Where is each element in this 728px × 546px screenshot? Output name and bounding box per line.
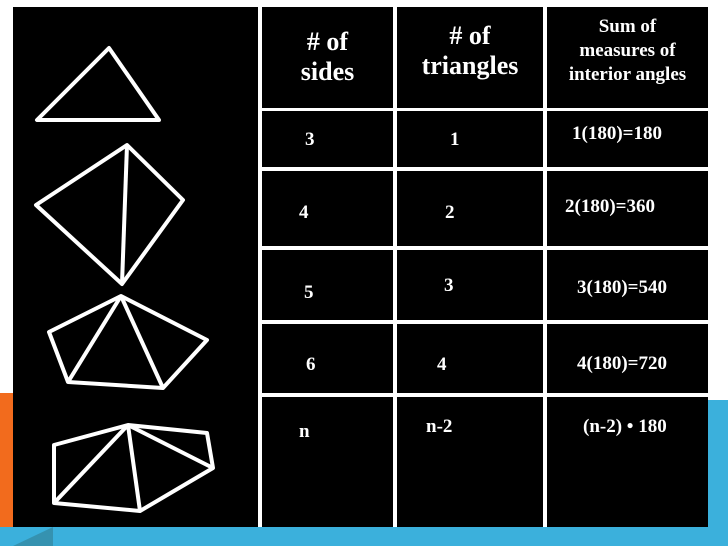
table-row-cell: 2(180)=360	[547, 171, 708, 246]
table-row-cell: 4	[397, 324, 543, 393]
sum-value: 4(180)=720	[577, 353, 667, 374]
sum-value: 1(180)=180	[572, 123, 662, 144]
pentagon-shape	[47, 294, 209, 390]
sides-value: 4	[299, 202, 309, 223]
triangle-shape	[35, 46, 161, 122]
header-sides: # of sides	[262, 7, 393, 108]
sum-value: (n-2) • 180	[583, 416, 667, 437]
header-sum-line3: interior angles	[568, 63, 687, 85]
table-row-cell: 1	[397, 111, 543, 167]
table-row-cell: 6	[262, 324, 393, 393]
table-row-cell: 1(180)=180	[547, 111, 708, 167]
header-triangles-line2: triangles	[421, 50, 519, 80]
sum-value: 2(180)=360	[565, 196, 655, 217]
header-triangles-line1: # of	[449, 21, 491, 50]
sides-value: 3	[305, 129, 315, 150]
triangles-value: 4	[437, 354, 447, 375]
triangles-value: 2	[445, 202, 455, 223]
sides-value: 5	[304, 282, 314, 303]
polygon-diagrams	[34, 46, 215, 513]
table-row-cell: 4(180)=720	[547, 324, 708, 393]
header-sum: Sum of measures of interior angles	[547, 7, 708, 108]
table-row-cell: 3	[397, 250, 543, 320]
table-row-cell: n	[262, 397, 393, 527]
header-sides-line2: sides	[300, 56, 355, 86]
header-triangles: # of triangles	[397, 7, 543, 108]
table-row-cell: 3	[262, 111, 393, 167]
table-row-cell: 2	[397, 171, 543, 246]
hexagon-shape	[52, 423, 215, 513]
table-row-cell: (n-2) • 180	[547, 397, 708, 527]
header-sum-line1: Sum of	[598, 16, 657, 37]
table-row-cell: 3(180)=540	[547, 250, 708, 320]
table-row-cell: 4	[262, 171, 393, 246]
header-sum-line2: measures of	[579, 39, 676, 61]
table-row-cell: 5	[262, 250, 393, 320]
sides-value: n	[299, 421, 310, 442]
sides-value: 6	[306, 354, 316, 375]
triangles-value: 1	[450, 129, 460, 150]
blue-accent-bar-bottom	[0, 527, 728, 546]
triangles-value: 3	[444, 275, 454, 296]
quadrilateral-shape	[34, 143, 185, 286]
header-sides-line1: # of	[306, 27, 349, 56]
triangles-value: n-2	[426, 416, 453, 437]
sum-value: 3(180)=540	[577, 277, 667, 298]
table-row-cell: n-2	[397, 397, 543, 527]
